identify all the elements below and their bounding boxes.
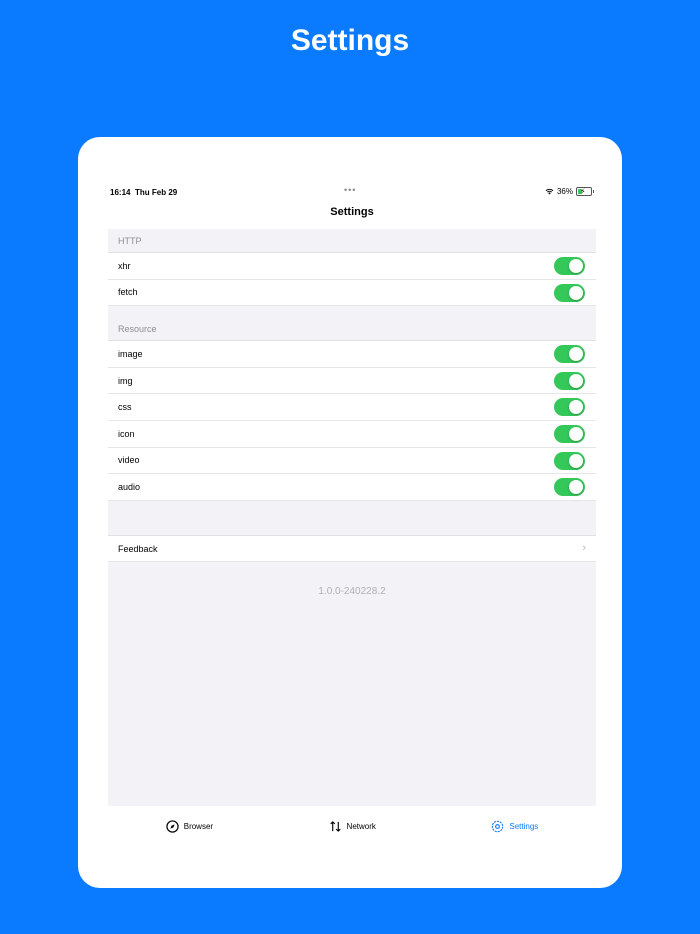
fetch-toggle[interactable] [554, 283, 585, 302]
setting-row-xhr: xhr [108, 253, 596, 280]
section-header-resource: Resource [108, 306, 596, 342]
setting-row-img: img [108, 367, 596, 395]
page-title: Settings [290, 24, 410, 57]
section-header-http: HTTP [108, 229, 596, 253]
status-indicators: 36% ⚡ [545, 187, 594, 196]
img-toggle[interactable] [554, 371, 585, 390]
setting-label: xhr [118, 260, 131, 271]
setting-row-css: css [108, 394, 596, 421]
battery-percent: 36% [556, 187, 573, 196]
chevron-right-icon: › [582, 541, 586, 554]
setting-label: fetch [118, 287, 138, 298]
setting-label: img [118, 375, 133, 386]
arrows-up-down-icon [329, 820, 341, 832]
nav-title: Settings [330, 206, 374, 218]
tab-network-label: Network [346, 821, 376, 831]
tab-settings-label: Settings [509, 821, 539, 831]
device-frame: 16:14 Thu Feb 29 ••• 36% ⚡ Settings HTTP [78, 137, 622, 888]
icon-toggle[interactable] [554, 424, 585, 443]
audio-toggle[interactable] [554, 478, 585, 497]
tab-browser[interactable]: Browser [166, 819, 214, 833]
feedback-label: Feedback [118, 543, 158, 554]
wifi-icon [545, 188, 554, 195]
setting-label: icon [118, 428, 135, 439]
setting-row-icon: icon [108, 420, 596, 448]
status-date: Thu Feb 29 [135, 188, 178, 197]
setting-row-video: video [108, 447, 596, 475]
version-footer: 1.0.0-240228.2 [108, 562, 596, 810]
setting-label: video [118, 455, 140, 466]
compass-icon [166, 819, 179, 833]
settings-list: HTTP xhr fetch Resource image img css ic… [108, 229, 596, 810]
setting-label: css [118, 402, 132, 413]
setting-row-image: image [108, 341, 596, 368]
gear-icon [492, 820, 504, 832]
setting-label: image [118, 348, 143, 359]
setting-row-audio: audio [108, 474, 596, 501]
tab-browser-label: Browser [183, 821, 214, 831]
status-bar: 16:14 Thu Feb 29 ••• 36% ⚡ [108, 182, 596, 202]
version-label: 1.0.0-240228.2 [318, 586, 386, 598]
video-toggle[interactable] [554, 451, 585, 470]
setting-row-fetch: fetch [108, 279, 596, 307]
tab-settings[interactable]: Settings [491, 820, 538, 833]
setting-label: audio [118, 481, 141, 492]
feedback-row[interactable]: Feedback › [108, 535, 596, 563]
multitasking-dots-icon[interactable]: ••• [344, 185, 356, 195]
image-toggle[interactable] [554, 345, 585, 364]
battery-icon: ⚡ [576, 187, 594, 196]
xhr-toggle[interactable] [554, 257, 585, 275]
tab-bar: Browser Network Settings [108, 806, 596, 846]
section-spacer [108, 500, 596, 536]
status-time: 16:14 [110, 188, 131, 197]
css-toggle[interactable] [554, 398, 585, 417]
app-screen: 16:14 Thu Feb 29 ••• 36% ⚡ Settings HTTP [108, 182, 596, 846]
tab-network[interactable]: Network [329, 820, 376, 833]
